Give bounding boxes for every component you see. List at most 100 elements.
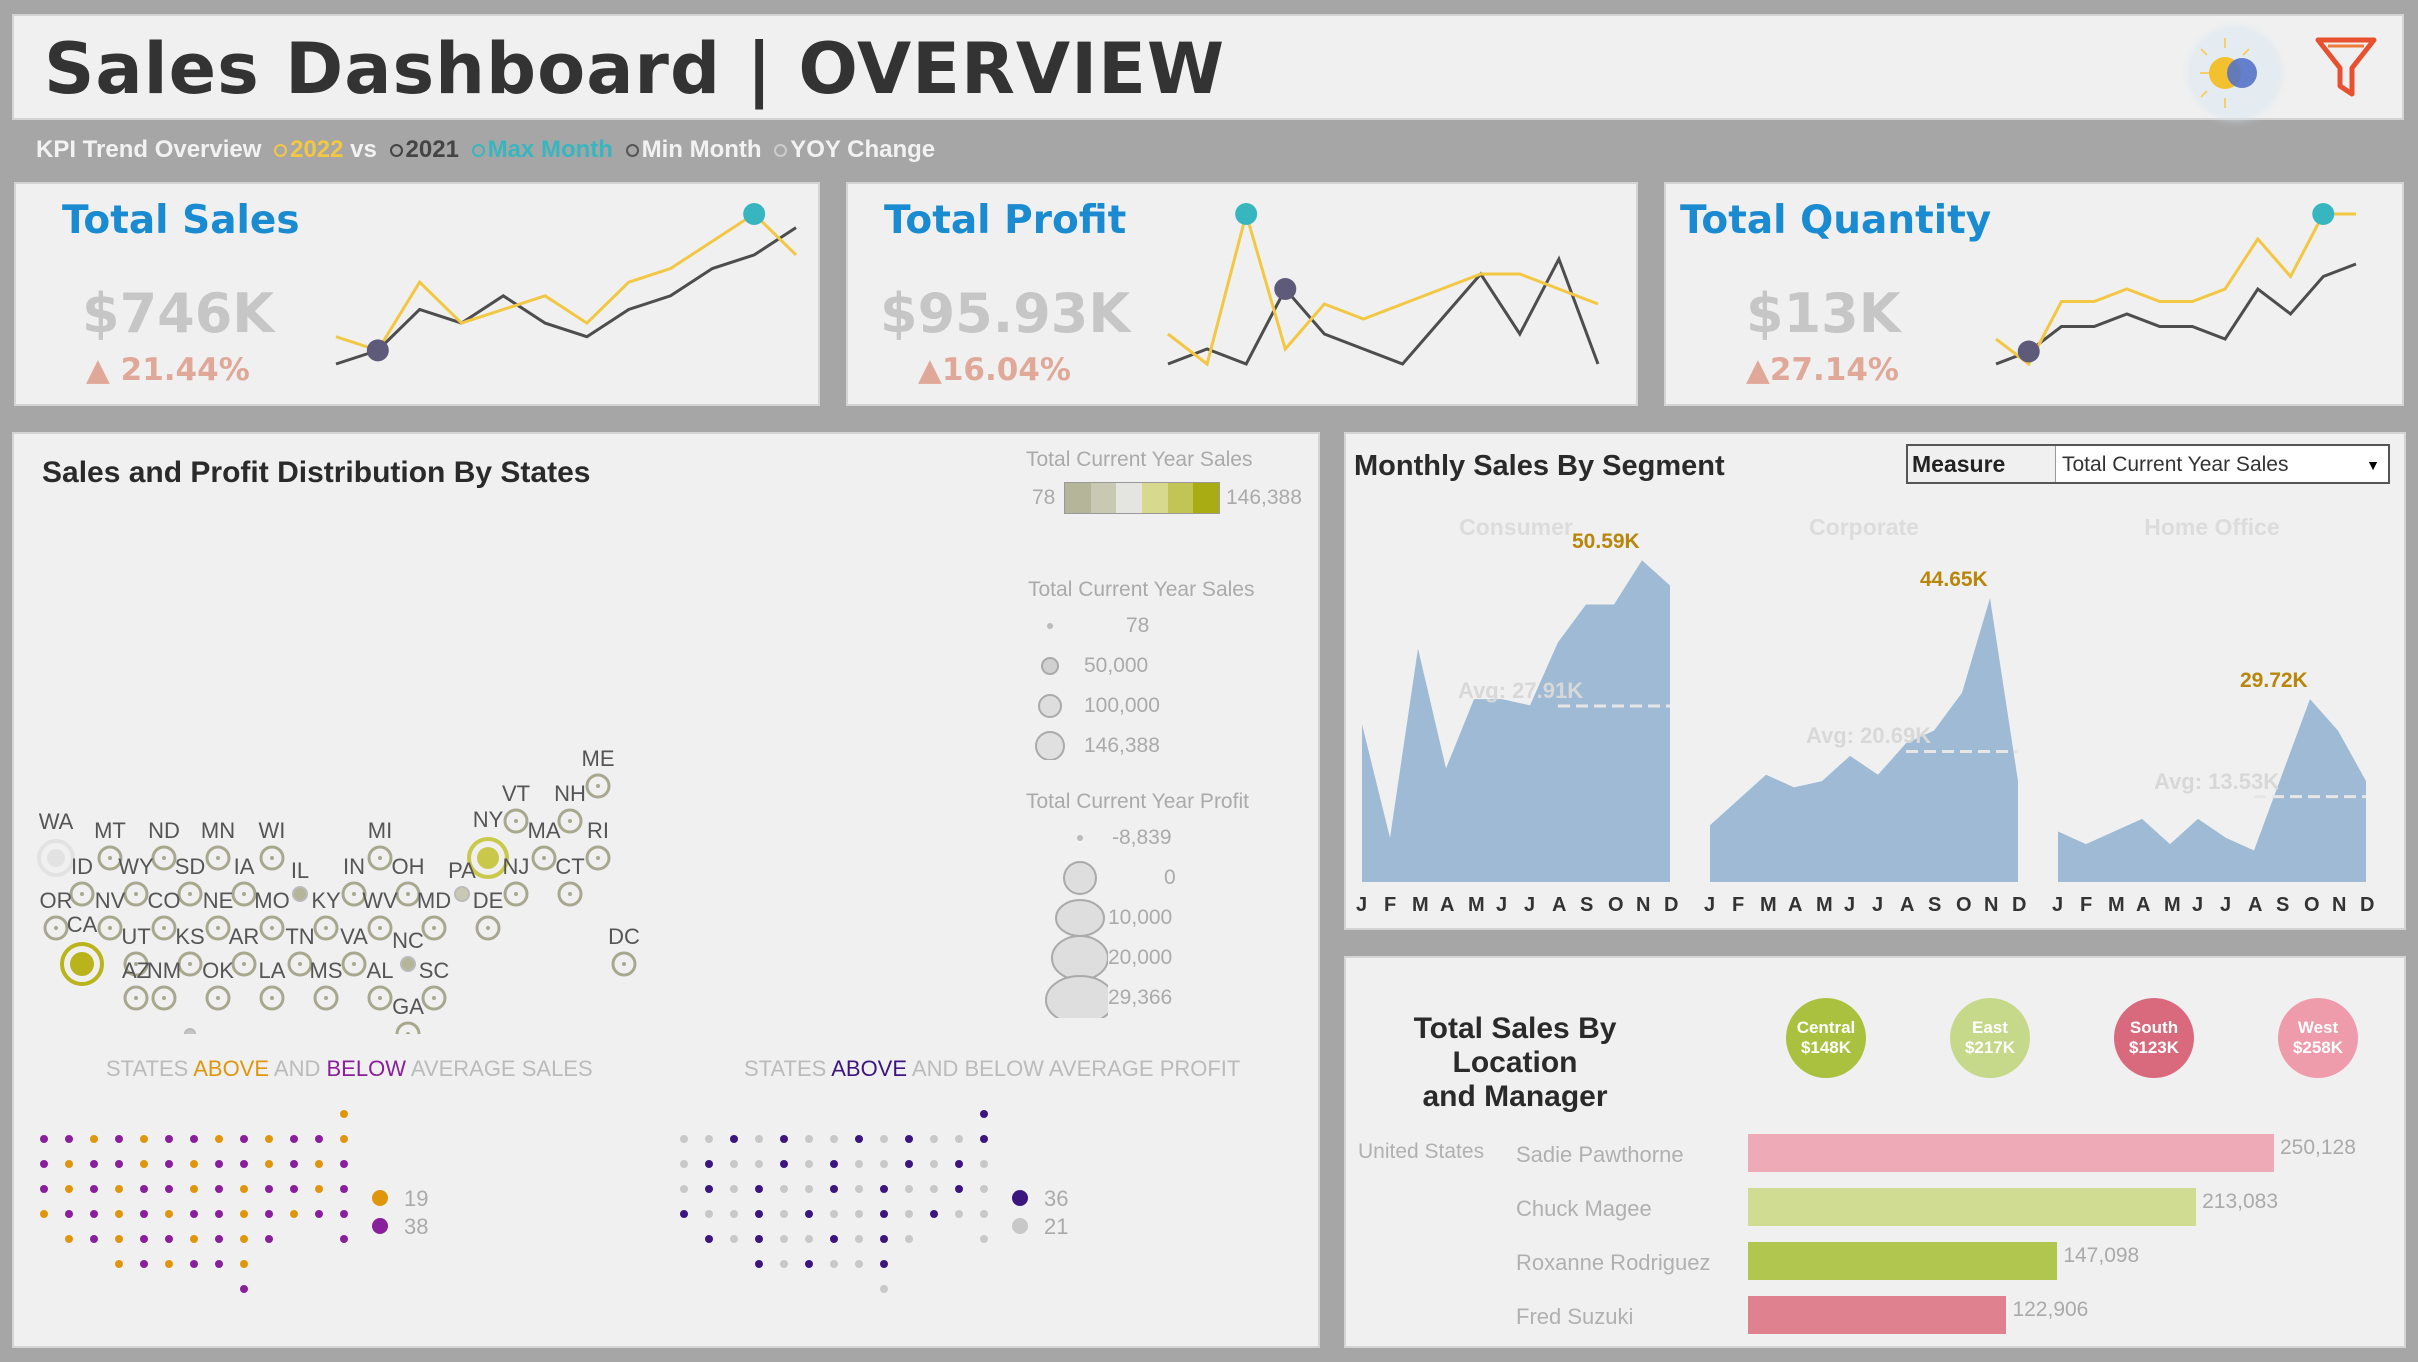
state-dot[interactable]: [755, 1260, 763, 1268]
state-dot[interactable]: [705, 1185, 713, 1193]
state-vt[interactable]: VT: [502, 781, 530, 834]
segment-chart-home-office[interactable]: Home Office Avg: 13.53K 29.72K J F M A M J J A S O N D: [2052, 434, 2374, 932]
state-dot[interactable]: [315, 1135, 323, 1143]
state-dot[interactable]: [905, 1135, 913, 1143]
manager-sales-bar[interactable]: [1748, 1134, 2274, 1172]
state-dot[interactable]: [140, 1135, 148, 1143]
state-dot[interactable]: [90, 1210, 98, 1218]
state-dot[interactable]: [165, 1185, 173, 1193]
state-dot[interactable]: [905, 1160, 913, 1168]
state-dot[interactable]: [680, 1185, 688, 1193]
state-dot[interactable]: [115, 1135, 123, 1143]
state-dot[interactable]: [780, 1260, 788, 1268]
state-bubble-map[interactable]: WA MT ND MN WI MI NYVT NH ME MA RICT ID WY SD IA IL IN OH…: [14, 434, 1014, 1034]
state-dot[interactable]: [240, 1235, 248, 1243]
state-dot[interactable]: [215, 1135, 223, 1143]
state-dot[interactable]: [730, 1185, 738, 1193]
state-dot[interactable]: [40, 1210, 48, 1218]
state-dot[interactable]: [705, 1160, 713, 1168]
region-central[interactable]: Central $148K: [1786, 998, 1866, 1078]
profit-above-below-dot-map[interactable]: 3621: [664, 1094, 1304, 1334]
state-dot[interactable]: [855, 1210, 863, 1218]
state-dot[interactable]: [855, 1235, 863, 1243]
state-dot[interactable]: [705, 1235, 713, 1243]
state-dot[interactable]: [65, 1235, 73, 1243]
state-dot[interactable]: [830, 1210, 838, 1218]
state-dot[interactable]: [340, 1135, 348, 1143]
region-east[interactable]: East $217K: [1950, 998, 2030, 1078]
state-dot[interactable]: [190, 1260, 198, 1268]
state-dot[interactable]: [855, 1135, 863, 1143]
state-dot[interactable]: [805, 1210, 813, 1218]
state-dot[interactable]: [780, 1185, 788, 1193]
state-dot[interactable]: [805, 1185, 813, 1193]
state-dot[interactable]: [90, 1160, 98, 1168]
state-dot[interactable]: [830, 1235, 838, 1243]
state-dot[interactable]: [905, 1185, 913, 1193]
state-dot[interactable]: [265, 1135, 273, 1143]
state-dot[interactable]: [755, 1185, 763, 1193]
state-dot[interactable]: [340, 1235, 348, 1243]
state-dot[interactable]: [265, 1235, 273, 1243]
state-dot[interactable]: [830, 1260, 838, 1268]
state-dot[interactable]: [930, 1185, 938, 1193]
state-dot[interactable]: [755, 1235, 763, 1243]
state-dot[interactable]: [880, 1135, 888, 1143]
state-dot[interactable]: [780, 1235, 788, 1243]
state-dot[interactable]: [880, 1235, 888, 1243]
state-ri[interactable]: RI: [585, 818, 611, 871]
state-dot[interactable]: [240, 1260, 248, 1268]
state-tx[interactable]: TX: [176, 1028, 204, 1034]
state-mn[interactable]: MN: [201, 818, 235, 871]
state-dot[interactable]: [880, 1185, 888, 1193]
region-west[interactable]: West $258K: [2278, 998, 2358, 1078]
state-dot[interactable]: [215, 1235, 223, 1243]
state-dot[interactable]: [115, 1235, 123, 1243]
state-ky[interactable]: KY: [311, 888, 341, 941]
min-month-marker[interactable]: [1274, 278, 1297, 300]
state-dot[interactable]: [830, 1185, 838, 1193]
state-dot[interactable]: [165, 1160, 173, 1168]
min-month-marker[interactable]: [2017, 340, 2040, 363]
state-dot[interactable]: [115, 1210, 123, 1218]
state-dot[interactable]: [90, 1185, 98, 1193]
state-dot[interactable]: [340, 1160, 348, 1168]
state-dot[interactable]: [315, 1160, 323, 1168]
state-dot[interactable]: [980, 1110, 988, 1118]
state-dot[interactable]: [930, 1160, 938, 1168]
state-dot[interactable]: [340, 1210, 348, 1218]
state-dot[interactable]: [165, 1260, 173, 1268]
state-dot[interactable]: [880, 1260, 888, 1268]
state-dot[interactable]: [40, 1185, 48, 1193]
state-dot[interactable]: [165, 1135, 173, 1143]
max-month-marker[interactable]: [1235, 203, 1258, 225]
state-dot[interactable]: [905, 1210, 913, 1218]
state-dot[interactable]: [215, 1185, 223, 1193]
state-dot[interactable]: [140, 1210, 148, 1218]
state-dot[interactable]: [855, 1185, 863, 1193]
state-dc[interactable]: DC: [608, 924, 640, 977]
state-dot[interactable]: [905, 1235, 913, 1243]
state-dot[interactable]: [215, 1260, 223, 1268]
state-dot[interactable]: [290, 1135, 298, 1143]
state-dot[interactable]: [240, 1285, 248, 1293]
state-dot[interactable]: [290, 1210, 298, 1218]
state-dot[interactable]: [315, 1210, 323, 1218]
state-dot[interactable]: [265, 1210, 273, 1218]
state-dot[interactable]: [140, 1235, 148, 1243]
state-dot[interactable]: [115, 1160, 123, 1168]
state-dot[interactable]: [240, 1160, 248, 1168]
state-dot[interactable]: [730, 1210, 738, 1218]
min-month-marker[interactable]: [366, 339, 389, 362]
state-la[interactable]: LA: [259, 958, 286, 1011]
state-dot[interactable]: [730, 1160, 738, 1168]
state-dot[interactable]: [40, 1160, 48, 1168]
state-dot[interactable]: [980, 1160, 988, 1168]
state-dot[interactable]: [855, 1160, 863, 1168]
state-dot[interactable]: [140, 1185, 148, 1193]
segment-chart-corporate[interactable]: Corporate Avg: 20.69K 44.65K J F M A M J J A S O N D: [1704, 434, 2026, 932]
max-month-marker[interactable]: [2312, 203, 2335, 225]
state-mi[interactable]: MI: [367, 818, 393, 871]
state-dot[interactable]: [90, 1235, 98, 1243]
state-dot[interactable]: [930, 1210, 938, 1218]
